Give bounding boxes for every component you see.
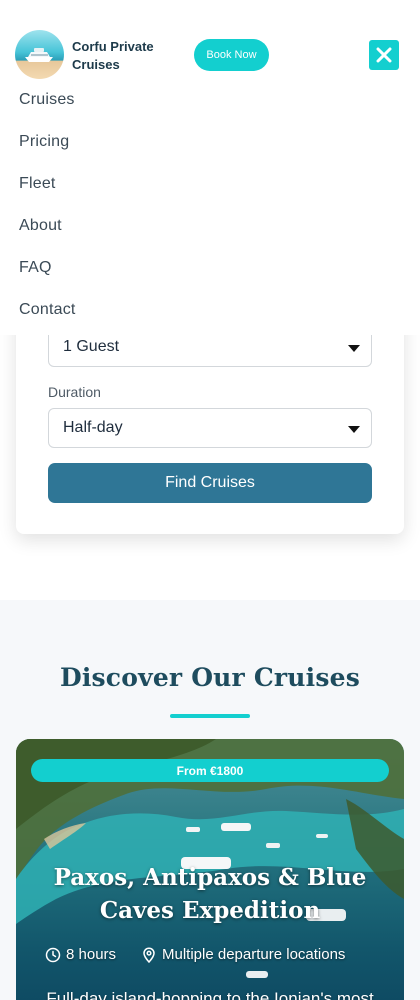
close-menu-button[interactable] bbox=[369, 40, 399, 70]
nav-item-contact[interactable]: Contact bbox=[19, 301, 76, 319]
duration-meta: 8 hours bbox=[45, 946, 116, 963]
caret-down-icon bbox=[348, 345, 360, 352]
guests-select-value: 1 Guest bbox=[63, 338, 120, 355]
nav-item-cruises[interactable]: Cruises bbox=[19, 91, 75, 109]
nav-item-fleet[interactable]: Fleet bbox=[19, 175, 56, 193]
cruise-title[interactable]: Paxos, Antipaxos & Blue Caves Expedition bbox=[26, 861, 394, 927]
nav-item-pricing[interactable]: Pricing bbox=[19, 133, 69, 151]
duration-select[interactable]: Half-day bbox=[48, 408, 372, 448]
yacht-logo[interactable] bbox=[15, 30, 64, 79]
close-icon bbox=[376, 47, 392, 63]
duration-label: Duration bbox=[48, 384, 101, 400]
brand-name[interactable]: Corfu Private Cruises bbox=[72, 38, 182, 74]
departure-text: Multiple departure locations bbox=[162, 946, 346, 963]
site-header: Corfu Private Cruises Book Now bbox=[0, 0, 420, 82]
price-badge: From €1800 bbox=[31, 759, 389, 782]
duration-select-value: Half-day bbox=[63, 419, 123, 436]
map-pin-icon bbox=[143, 947, 155, 963]
clock-icon bbox=[45, 947, 61, 962]
duration-text: 8 hours bbox=[66, 946, 117, 963]
find-cruises-button[interactable]: Find Cruises bbox=[48, 463, 372, 503]
book-now-button[interactable]: Book Now bbox=[194, 39, 269, 71]
cruise-description: Full-day island-hopping to the Ionian's … bbox=[46, 989, 374, 1000]
mobile-nav-menu: Cruises Pricing Fleet About FAQ Contact bbox=[0, 82, 420, 335]
caret-down-icon bbox=[348, 426, 360, 433]
title-underline bbox=[170, 714, 250, 718]
cruise-card[interactable]: From €1800 Paxos, Antipaxos & Blue Caves… bbox=[16, 739, 404, 1000]
nav-item-about[interactable]: About bbox=[19, 217, 62, 235]
section-title: Discover Our Cruises bbox=[59, 663, 361, 692]
departure-meta: Multiple departure locations bbox=[141, 946, 345, 963]
nav-item-faq[interactable]: FAQ bbox=[19, 259, 52, 277]
